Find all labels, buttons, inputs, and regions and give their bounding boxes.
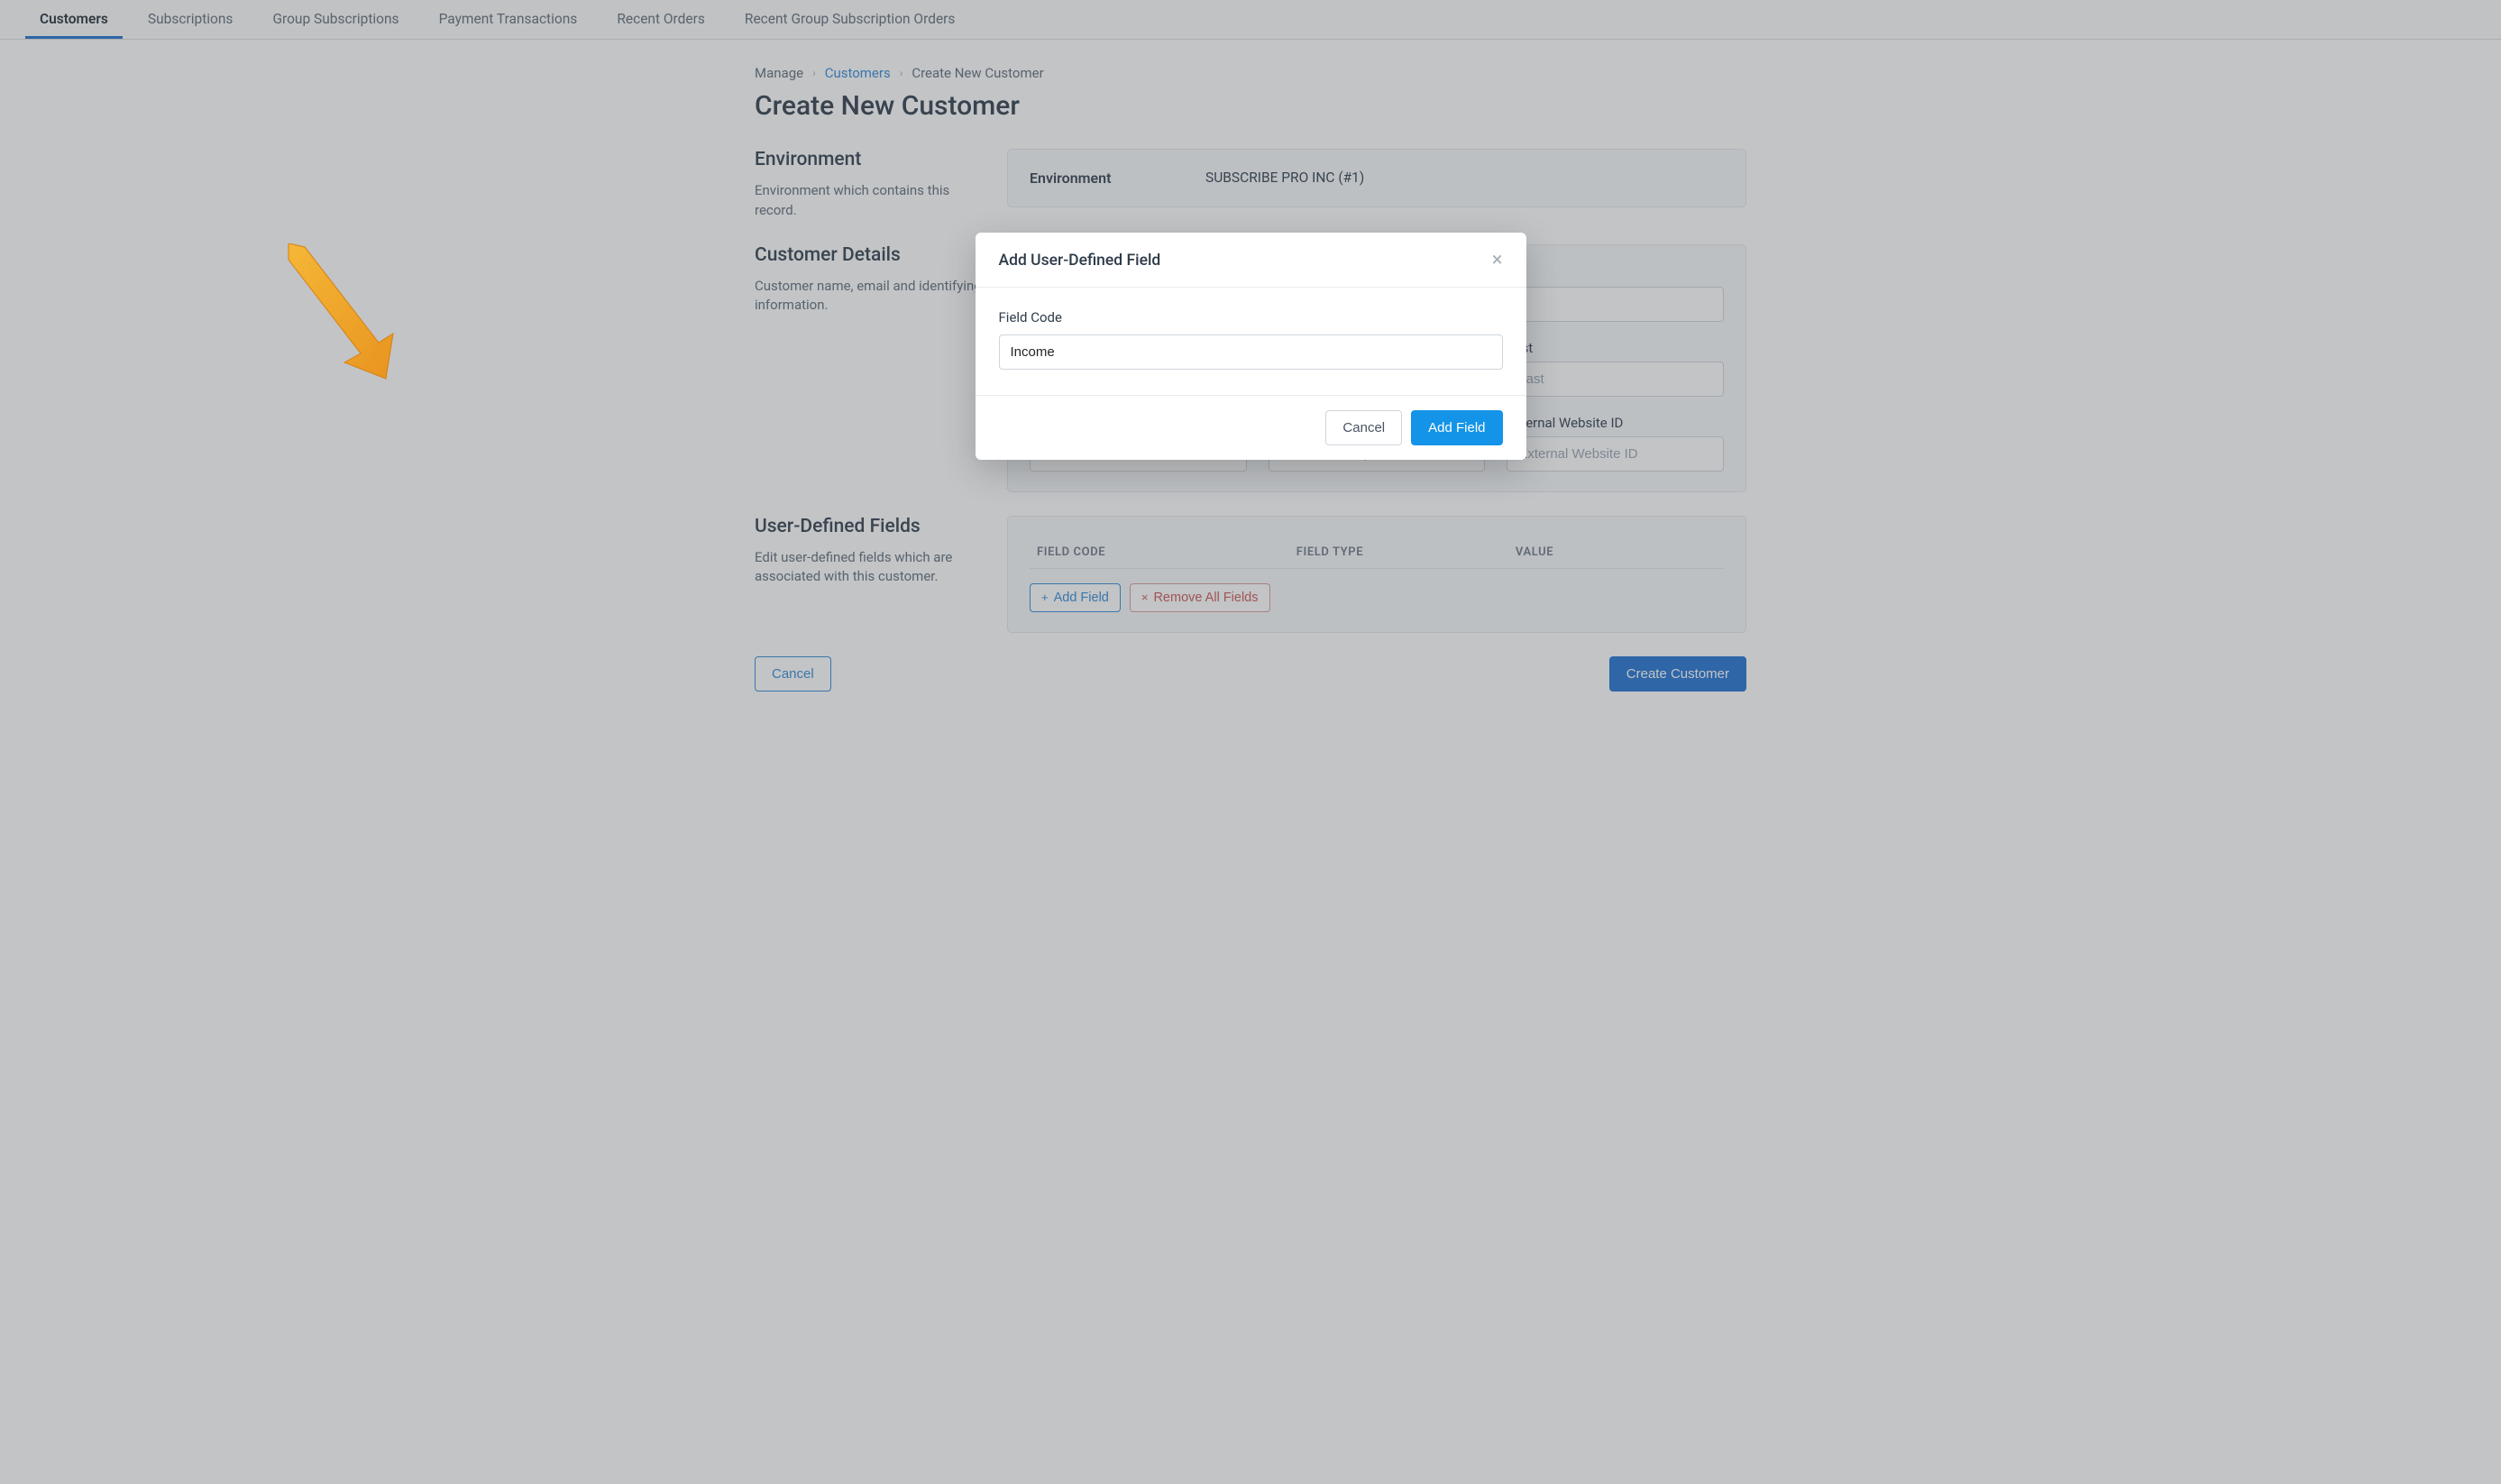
field-code-input[interactable]: [999, 334, 1503, 370]
modal-title: Add User-Defined Field: [999, 252, 1161, 270]
modal-header: Add User-Defined Field ×: [976, 233, 1526, 288]
modal-footer: Cancel Add Field: [976, 395, 1526, 460]
add-udf-modal: Add User-Defined Field × Field Code Canc…: [976, 233, 1526, 460]
field-code-label: Field Code: [999, 309, 1503, 325]
close-icon[interactable]: ×: [1492, 251, 1503, 270]
modal-body: Field Code: [976, 288, 1526, 395]
modal-overlay[interactable]: Add User-Defined Field × Field Code Canc…: [0, 0, 2501, 1484]
modal-add-field-button[interactable]: Add Field: [1411, 410, 1502, 445]
modal-cancel-button[interactable]: Cancel: [1325, 410, 1402, 445]
